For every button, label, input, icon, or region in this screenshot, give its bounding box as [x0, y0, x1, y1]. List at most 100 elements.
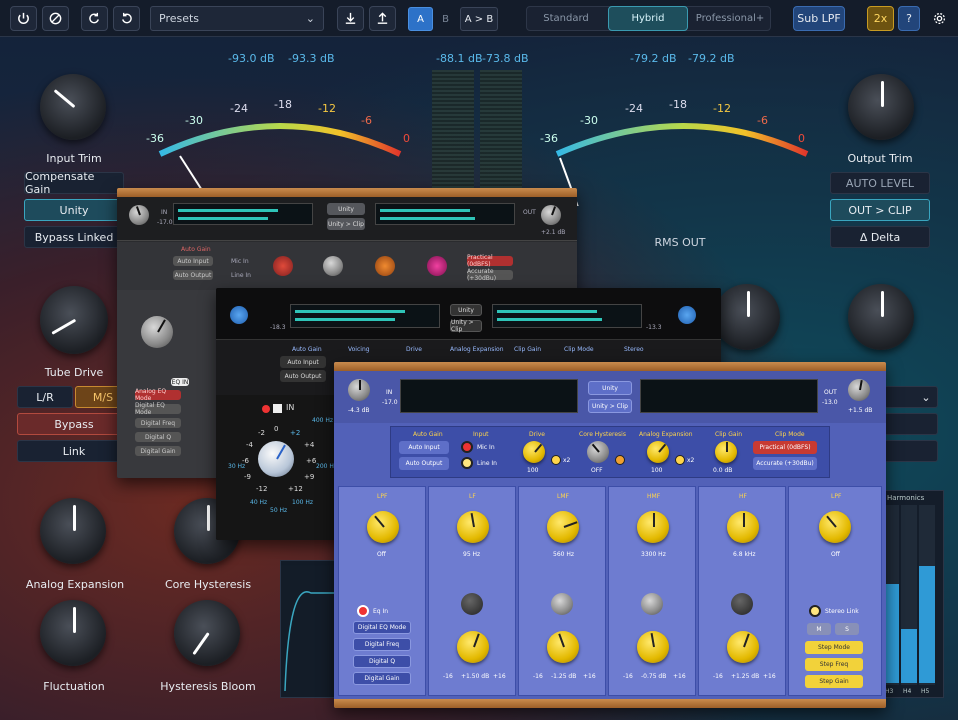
unity-button[interactable]: Unity	[24, 199, 124, 221]
right-button-bypass[interactable]	[884, 413, 938, 435]
band-lf-freq-knob[interactable]	[457, 511, 489, 543]
s-button[interactable]: S	[835, 623, 859, 635]
eq-in-led[interactable]	[357, 605, 369, 617]
front-drive-x2-led[interactable]	[551, 455, 561, 465]
digital-freq-button[interactable]: Digital Freq	[353, 638, 411, 651]
mid-gain-knob[interactable]	[258, 441, 294, 477]
settings-button[interactable]	[926, 6, 952, 31]
back-auto-input[interactable]: Auto Input	[173, 256, 213, 266]
right-knob-1[interactable]	[714, 284, 780, 350]
step-freq-button[interactable]: Step Freq	[805, 658, 863, 671]
band-hmf-gain-knob[interactable]	[637, 631, 669, 663]
mid-in-toggle[interactable]	[273, 404, 282, 413]
band-hmf-q-knob[interactable]	[641, 593, 663, 615]
analog-expansion-knob[interactable]	[40, 498, 106, 564]
band-hf-freq-knob[interactable]	[727, 511, 759, 543]
presets-dropdown[interactable]: Presets ⌄	[150, 6, 324, 31]
ab-a-button[interactable]: A	[408, 7, 433, 31]
back-digital-eq-mode[interactable]: Digital EQ Mode	[135, 402, 181, 416]
digital-gain-button[interactable]: Digital Gain	[353, 672, 411, 685]
sub-lpf-button[interactable]: Sub LPF	[793, 6, 845, 31]
band-hf-gain-knob[interactable]	[727, 631, 759, 663]
bypass-button[interactable]: Bypass	[17, 413, 131, 435]
band-hf-q-knob[interactable]	[731, 593, 753, 615]
undo-button[interactable]	[81, 6, 108, 31]
back-digital-q[interactable]: Digital Q	[135, 432, 181, 442]
back-practical[interactable]: Practical (0dBFS)	[467, 254, 513, 268]
mid-in-knob[interactable]	[230, 306, 248, 324]
bypass-linked-button[interactable]: Bypass Linked	[24, 226, 124, 248]
front-practical[interactable]: Practical (0dBFS)	[753, 441, 817, 454]
fluctuation-knob[interactable]	[40, 600, 106, 666]
back-out-knob[interactable]	[541, 205, 561, 225]
band-lmf-gain-knob[interactable]	[547, 631, 579, 663]
mid-out-knob[interactable]	[678, 306, 696, 324]
save-preset-button[interactable]	[337, 6, 364, 31]
link-button[interactable]: Link	[17, 440, 131, 462]
mode-standard[interactable]: Standard	[526, 6, 606, 31]
back-digital-gain[interactable]: Digital Gain	[135, 446, 181, 456]
bypass-all-button[interactable]	[42, 6, 69, 31]
mid-auto-output[interactable]: Auto Output	[280, 370, 326, 382]
hysteresis-bloom-knob[interactable]	[174, 600, 240, 666]
help-button[interactable]: ?	[898, 6, 920, 31]
right-knob-2[interactable]	[848, 284, 914, 350]
band-lmf-freq-knob[interactable]	[547, 511, 579, 543]
band-lpf-left-knob[interactable]	[367, 511, 399, 543]
back-in-knob[interactable]	[129, 205, 149, 225]
back-eq-knob[interactable]	[141, 316, 173, 348]
ab-copy-button[interactable]: A > B	[460, 7, 498, 31]
back-eq-in[interactable]: EQ IN	[171, 378, 189, 386]
output-trim-knob[interactable]	[848, 74, 914, 140]
band-lpf-right-knob[interactable]	[819, 511, 851, 543]
power-button[interactable]	[10, 6, 37, 31]
front-out-knob[interactable]	[848, 379, 870, 401]
digital-eq-mode-button[interactable]: Digital EQ Mode	[353, 621, 411, 634]
front-accurate[interactable]: Accurate (+30dBu)	[753, 457, 817, 470]
back-drive-knob[interactable]	[273, 256, 293, 276]
front-expansion-x2-led[interactable]	[675, 455, 685, 465]
front-auto-input[interactable]: Auto Input	[399, 441, 449, 454]
mid-auto-input[interactable]: Auto Input	[280, 356, 326, 368]
compensate-gain-button[interactable]: Compensate Gain	[24, 170, 124, 196]
front-mic-in-led[interactable]	[461, 441, 473, 453]
stereo-link-led[interactable]	[809, 605, 821, 617]
step-gain-button[interactable]: Step Gain	[805, 675, 863, 688]
back-unity-button[interactable]: Unity	[327, 203, 365, 215]
back-clip-gain-knob[interactable]	[427, 256, 447, 276]
step-mode-button[interactable]: Step Mode	[805, 641, 863, 654]
tube-drive-knob[interactable]	[40, 286, 108, 354]
right-button-link[interactable]	[884, 440, 938, 462]
front-drive-knob[interactable]	[523, 441, 545, 463]
front-unity[interactable]: Unity	[588, 381, 632, 395]
out-clip-button[interactable]: OUT > CLIP	[830, 199, 930, 221]
back-expansion-knob[interactable]	[375, 256, 395, 276]
export-preset-button[interactable]	[369, 6, 396, 31]
front-auto-output[interactable]: Auto Output	[399, 457, 449, 470]
front-line-in-led[interactable]	[461, 457, 473, 469]
back-unity-clip-button[interactable]: Unity > Clip	[327, 218, 365, 230]
front-unity-clip[interactable]: Unity > Clip	[588, 399, 632, 413]
oversample-button[interactable]: 2x	[867, 6, 894, 31]
front-in-knob[interactable]	[348, 379, 370, 401]
band-hmf-freq-knob[interactable]	[637, 511, 669, 543]
back-analog-eq-mode[interactable]: Analog EQ Mode	[135, 388, 181, 402]
ab-b-button[interactable]: B	[434, 7, 457, 31]
lr-button[interactable]: L/R	[17, 386, 73, 408]
back-digital-freq[interactable]: Digital Freq	[135, 418, 181, 428]
mid-unity-clip[interactable]: Unity > Clip	[450, 319, 482, 333]
m-button[interactable]: M	[807, 623, 831, 635]
digital-q-button[interactable]: Digital Q	[353, 655, 411, 668]
auto-level-button[interactable]: AUTO LEVEL	[830, 172, 930, 194]
redo-button[interactable]	[113, 6, 140, 31]
right-dropdown[interactable]: ⌄	[884, 386, 938, 408]
back-accurate[interactable]: Accurate (+30dBu)	[467, 268, 513, 282]
mode-hybrid[interactable]: Hybrid	[608, 6, 688, 31]
front-core-led[interactable]	[615, 455, 625, 465]
front-expansion-knob[interactable]	[647, 441, 669, 463]
delta-button[interactable]: Δ Delta	[830, 226, 930, 248]
band-lf-q-knob[interactable]	[461, 593, 483, 615]
front-clip-gain-knob[interactable]	[715, 441, 737, 463]
band-lf-gain-knob[interactable]	[457, 631, 489, 663]
mid-unity[interactable]: Unity	[450, 304, 482, 316]
